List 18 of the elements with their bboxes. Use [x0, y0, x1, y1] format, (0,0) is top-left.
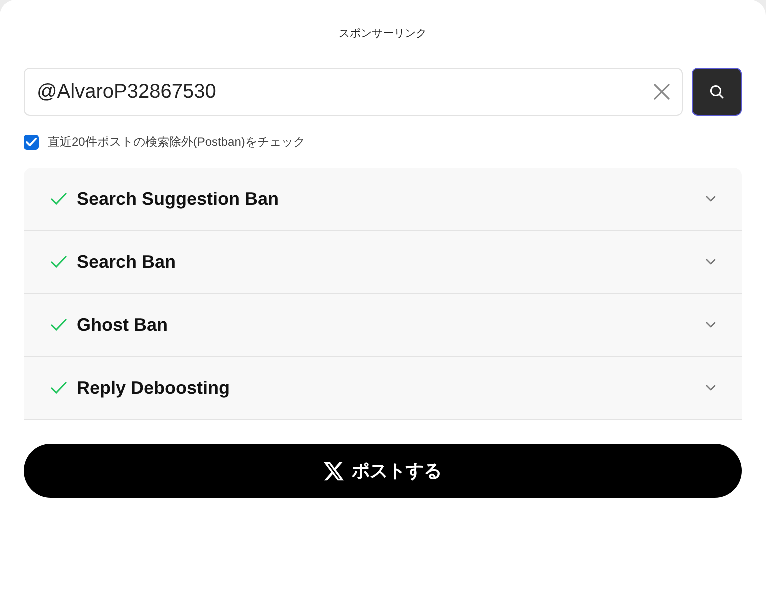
post-button[interactable]: ポストする	[24, 444, 742, 498]
postban-label: 直近20件ポストの検索除外(Postban)をチェック	[48, 134, 306, 151]
x-logo-icon	[324, 462, 344, 480]
search-icon	[710, 85, 724, 99]
check-title: Search Suggestion Ban	[77, 188, 280, 211]
check-item[interactable]: Reply Deboosting	[24, 357, 742, 420]
check-title: Ghost Ban	[77, 314, 168, 337]
sponsor-label: スポンサーリンク	[339, 27, 427, 42]
check-item[interactable]: Search Suggestion Ban	[24, 168, 742, 231]
search-button[interactable]	[692, 68, 742, 116]
clear-button[interactable]	[652, 82, 672, 102]
postban-checkbox[interactable]	[24, 135, 39, 150]
check-title: Reply Deboosting	[77, 377, 230, 400]
check-item[interactable]: Ghost Ban	[24, 294, 742, 357]
check-title: Search Ban	[77, 251, 176, 274]
check-item[interactable]: Search Ban	[24, 231, 742, 294]
close-icon	[654, 84, 670, 100]
search-field[interactable]: @AlvaroP32867530	[24, 68, 683, 116]
